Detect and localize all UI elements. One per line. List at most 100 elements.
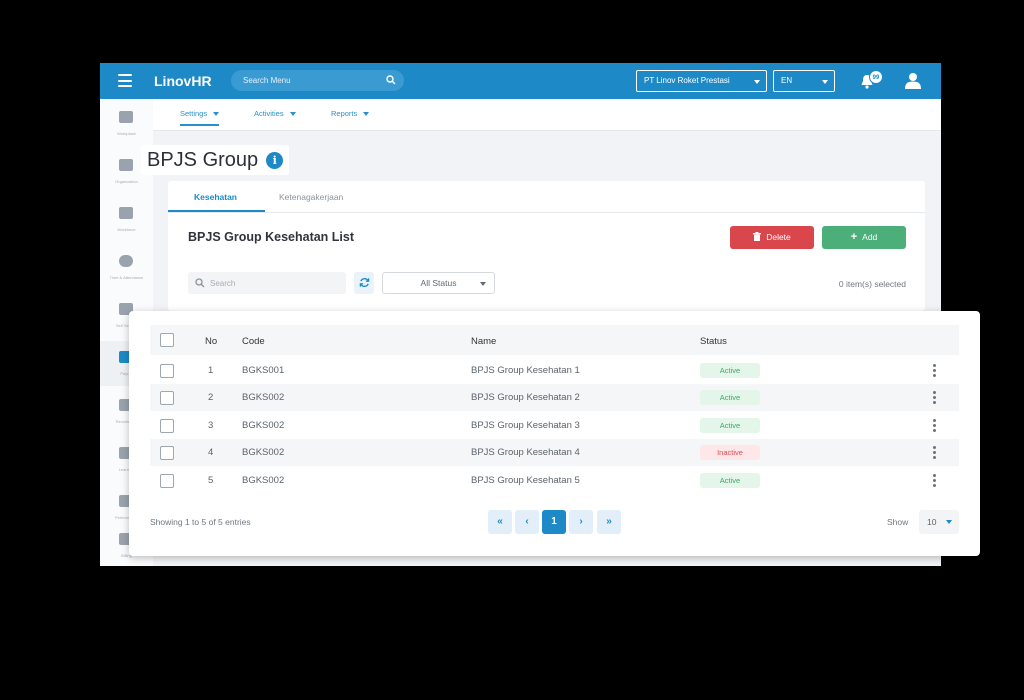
status-badge: Active — [700, 363, 760, 378]
status-badge: Active — [700, 473, 760, 488]
delete-button[interactable]: Delete — [730, 226, 814, 249]
chevron-down-icon — [289, 112, 296, 117]
header-no: No — [205, 336, 218, 347]
table-card: No Code Name Status 1 BGKS001 BPJS Group… — [129, 311, 980, 556]
hamburger-menu-icon[interactable] — [118, 74, 132, 87]
sidebar-item-label: Time & Attendance — [109, 275, 144, 280]
sidebar-item-label: Workforce — [117, 227, 136, 232]
table-row[interactable]: 3 BGKS002 BPJS Group Kesehatan 3 Active — [150, 412, 959, 439]
refresh-icon — [359, 277, 369, 288]
page-size-label: Show — [887, 517, 909, 527]
nav-activities[interactable]: Activities — [254, 109, 296, 118]
chevron-down-icon — [480, 282, 486, 286]
user-avatar-icon[interactable] — [905, 72, 921, 89]
sidebar-item-label: Organization — [115, 179, 138, 184]
search-menu-box — [231, 70, 404, 91]
list-card: Kesehatan Ketenagakerjaan BPJS Group Kes… — [168, 181, 925, 311]
language-select-value: EN — [781, 76, 793, 85]
search-icon[interactable] — [386, 75, 396, 85]
sidebar-item-workplace[interactable]: Workplace — [100, 101, 153, 146]
chevron-down-icon — [363, 112, 370, 117]
select-all-checkbox[interactable] — [160, 333, 174, 347]
clock-icon — [119, 255, 133, 267]
sidebar-item-label: Workplace — [117, 131, 136, 136]
entries-info: Showing 1 to 5 of 5 entries — [150, 517, 251, 527]
info-icon[interactable]: i — [266, 151, 284, 169]
nav-reports[interactable]: Reports — [331, 109, 370, 118]
row-code: BGKS002 — [242, 475, 285, 486]
plus-icon: + — [850, 231, 858, 243]
more-options-icon[interactable] — [933, 419, 937, 433]
status-badge: Active — [700, 390, 760, 405]
list-title: BPJS Group Kesehatan List — [188, 230, 355, 244]
row-checkbox[interactable] — [160, 474, 174, 488]
table-row[interactable]: 1 BGKS001 BPJS Group Kesehatan 1 Active — [150, 357, 959, 384]
row-no: 2 — [208, 392, 214, 403]
language-select[interactable]: EN — [773, 70, 835, 92]
chevron-down-icon — [946, 520, 952, 524]
chevron-down-icon — [822, 80, 828, 84]
sidebar-item-time-attendance[interactable]: Time & Attendance — [100, 245, 153, 290]
page-title: BPJS Group — [147, 148, 259, 171]
row-code: BGKS002 — [242, 392, 285, 403]
top-bar: LinovHR PT Linov Roket Prestasi EN 99 — [100, 63, 941, 99]
people-icon — [119, 207, 133, 219]
table-header: No Code Name Status — [150, 325, 959, 355]
org-chart-icon — [119, 159, 133, 171]
sub-navigation: Settings Activities Reports — [153, 99, 941, 131]
row-name: BPJS Group Kesehatan 2 — [471, 392, 580, 403]
more-options-icon[interactable] — [933, 364, 937, 378]
page-header: BPJS Group i — [141, 145, 290, 175]
more-options-icon[interactable] — [933, 446, 937, 460]
last-page-button[interactable]: » — [597, 510, 621, 534]
row-no: 1 — [208, 365, 214, 376]
table-row[interactable]: 4 BGKS002 BPJS Group Kesehatan 4 Inactiv… — [150, 439, 959, 466]
more-options-icon[interactable] — [933, 391, 937, 405]
row-code: BGKS002 — [242, 447, 285, 458]
first-page-button[interactable]: « — [488, 510, 512, 534]
row-no: 5 — [208, 475, 214, 486]
status-badge: Active — [700, 418, 760, 433]
search-menu-input[interactable] — [231, 70, 376, 91]
tab-kesehatan[interactable]: Kesehatan — [194, 192, 237, 202]
nav-reports-label: Reports — [331, 109, 358, 118]
trash-icon — [753, 232, 762, 241]
next-page-button[interactable]: › — [569, 510, 593, 534]
more-options-icon[interactable] — [933, 474, 937, 488]
prev-page-button[interactable]: ‹ — [515, 510, 539, 534]
briefcase-icon — [119, 111, 133, 123]
nav-settings-label: Settings — [180, 109, 208, 118]
row-no: 4 — [208, 447, 214, 458]
status-filter-select[interactable]: All Status — [382, 272, 495, 294]
table-row[interactable]: 2 BGKS002 BPJS Group Kesehatan 2 Active — [150, 384, 959, 411]
add-button-label: Add — [862, 232, 878, 242]
tab-ketenagakerjaan[interactable]: Ketenagakerjaan — [279, 192, 343, 202]
app-logo: LinovHR — [154, 73, 212, 89]
table-row[interactable]: 5 BGKS002 BPJS Group Kesehatan 5 Active — [150, 467, 959, 494]
search-input[interactable] — [210, 272, 340, 294]
selected-count: 0 item(s) selected — [838, 279, 906, 289]
row-name: BPJS Group Kesehatan 1 — [471, 365, 580, 376]
page-size-select[interactable]: 10 — [919, 510, 959, 534]
sidebar-item-workforce[interactable]: Workforce — [100, 197, 153, 242]
page-1-button[interactable]: 1 — [542, 510, 566, 534]
refresh-button[interactable] — [354, 272, 374, 294]
row-checkbox[interactable] — [160, 364, 174, 378]
company-select[interactable]: PT Linov Roket Prestasi — [636, 70, 767, 92]
notification-badge: 99 — [869, 70, 883, 84]
company-select-value: PT Linov Roket Prestasi — [644, 76, 730, 85]
tab-bar: Kesehatan Ketenagakerjaan — [168, 181, 925, 213]
row-name: BPJS Group Kesehatan 3 — [471, 420, 580, 431]
search-box — [188, 272, 346, 294]
header-name: Name — [471, 336, 497, 347]
row-checkbox[interactable] — [160, 446, 174, 460]
status-filter-value: All Status — [420, 278, 457, 288]
row-checkbox[interactable] — [160, 419, 174, 433]
add-button[interactable]: + Add — [822, 226, 906, 249]
search-icon — [195, 278, 205, 288]
nav-settings[interactable]: Settings — [180, 109, 220, 126]
row-code: BGKS001 — [242, 365, 285, 376]
row-checkbox[interactable] — [160, 391, 174, 405]
row-code: BGKS002 — [242, 420, 285, 431]
chevron-down-icon — [213, 112, 220, 117]
